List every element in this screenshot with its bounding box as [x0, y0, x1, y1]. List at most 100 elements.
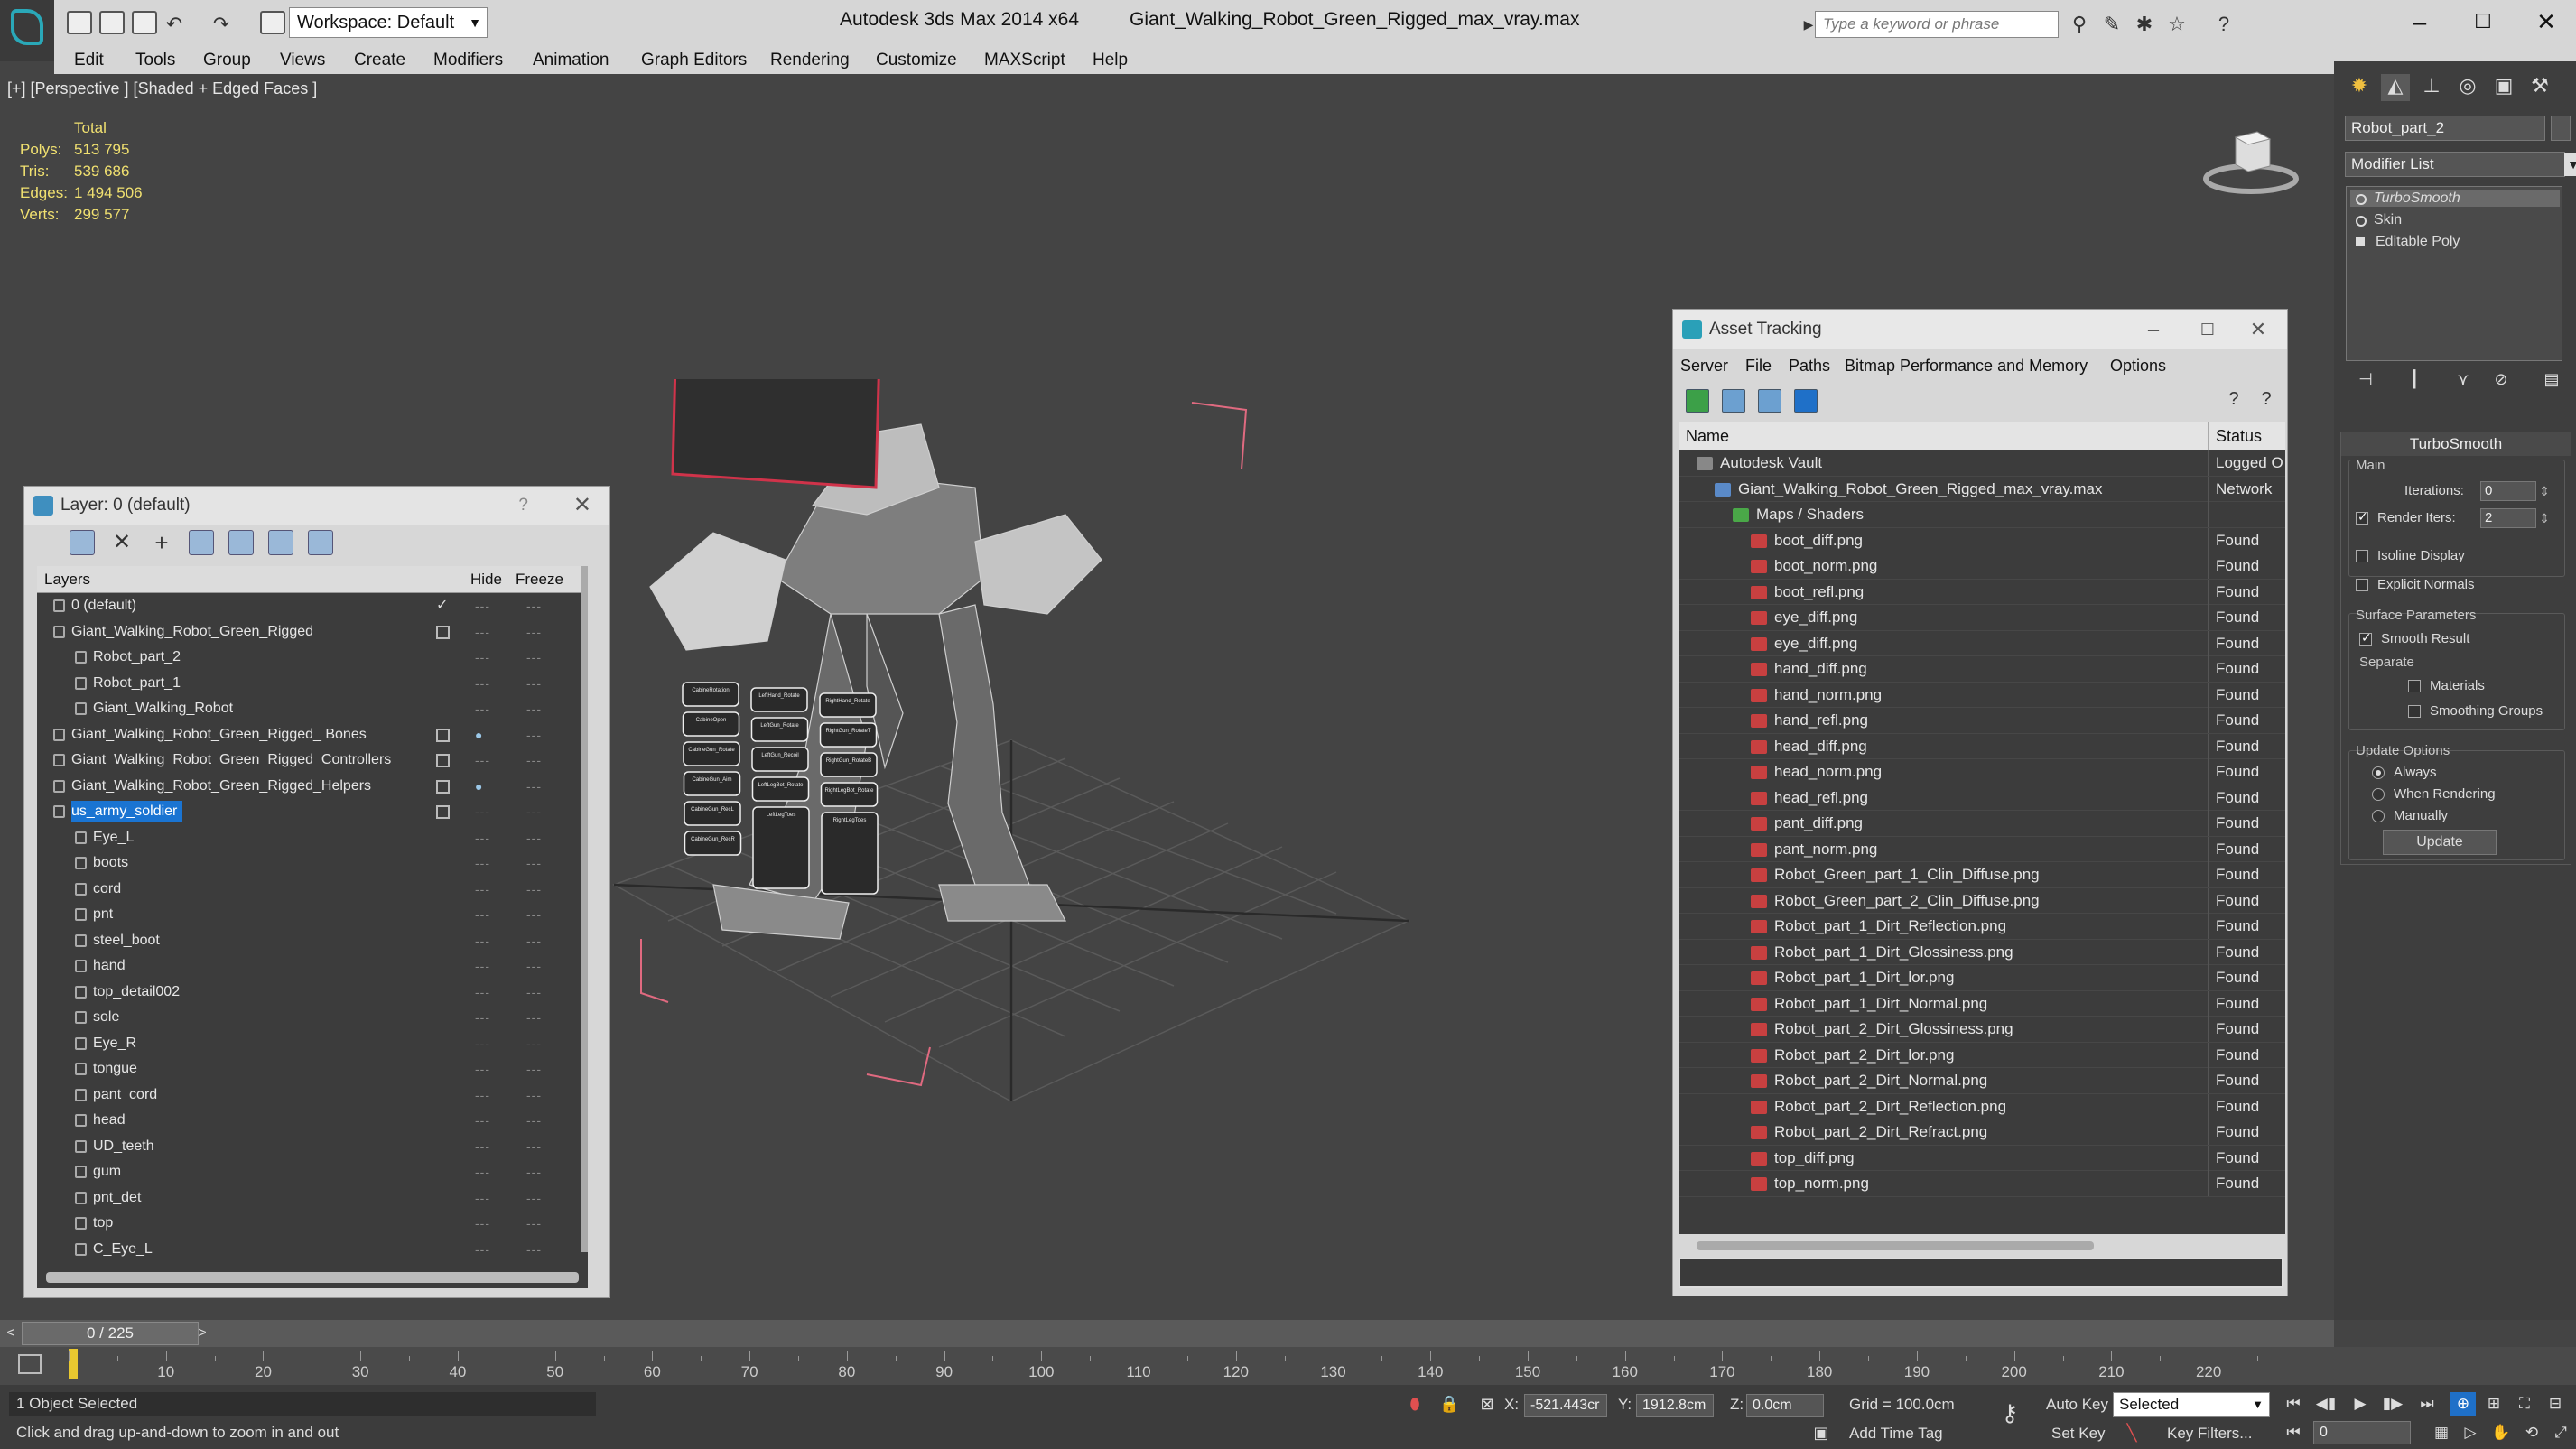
layer-row[interactable]: Giant_Walking_Robot_Green_Rigged --- ---: [37, 619, 588, 646]
asset-tracking-titlebar[interactable]: Asset Tracking – ☐ ✕: [1673, 310, 2287, 349]
layer-row[interactable]: us_army_soldier --- ---: [37, 799, 588, 825]
asset-row[interactable]: Robot_part_1_Dirt_Glossiness.png Found: [1679, 939, 2285, 965]
time-slider-thumb[interactable]: 0 / 225: [22, 1322, 199, 1345]
hide-toggle[interactable]: ---: [475, 1134, 490, 1159]
menu-graph-editors[interactable]: Graph Editors: [641, 51, 747, 70]
track-bar-ruler[interactable]: 10 20 30 40 50 60 70 80 90 100 110 120 130 140 150 160 1…: [69, 1347, 2258, 1385]
rig-control-box[interactable]: [820, 782, 879, 807]
bulb-icon[interactable]: [2356, 194, 2367, 205]
expand-icon[interactable]: [2356, 237, 2365, 246]
rig-control-box[interactable]: [751, 776, 810, 802]
go-to-start-icon[interactable]: ⏮: [2281, 1392, 2306, 1416]
layer-row[interactable]: Giant_Walking_Robot_Green_Rigged_Control…: [37, 748, 588, 774]
help-icon[interactable]: ?: [2212, 13, 2236, 36]
freeze-toggle[interactable]: ---: [526, 799, 542, 824]
freeze-toggle[interactable]: ---: [526, 1005, 542, 1030]
redo-icon[interactable]: ↷: [209, 13, 233, 36]
asset-row[interactable]: boot_refl.png Found: [1679, 579, 2285, 605]
hide-toggle[interactable]: ---: [475, 928, 490, 953]
asset-path-field[interactable]: [1679, 1258, 2283, 1288]
layer-row[interactable]: 0 (default) ✓ --- ---: [37, 593, 588, 619]
help-icon[interactable]: ?: [2222, 389, 2246, 413]
object-row[interactable]: top --- ---: [37, 1211, 588, 1237]
hide-toggle[interactable]: ---: [475, 1185, 490, 1211]
rig-control-box[interactable]: [750, 687, 808, 712]
time-cursor[interactable]: [69, 1349, 78, 1379]
rig-control-box[interactable]: [819, 722, 878, 748]
communication-icon[interactable]: ✱: [2133, 13, 2156, 36]
play-icon[interactable]: ▶: [2348, 1392, 2373, 1416]
hide-toggle[interactable]: ---: [475, 593, 490, 618]
render-iters-checkbox[interactable]: [2356, 509, 2368, 525]
menu-rendering[interactable]: Rendering: [770, 51, 850, 70]
menu-customize[interactable]: Customize: [876, 51, 957, 70]
undo-icon[interactable]: ↶: [163, 13, 186, 36]
isolate-selection-icon[interactable]: ⬮: [1405, 1394, 1425, 1414]
when-rendering-radio[interactable]: [2372, 788, 2385, 801]
menu-views[interactable]: Views: [280, 51, 325, 70]
manually-radio[interactable]: [2372, 810, 2385, 822]
asset-row[interactable]: top_diff.png Found: [1679, 1145, 2285, 1171]
hide-toggle[interactable]: ---: [475, 1211, 490, 1236]
asset-menu-server[interactable]: Server: [1680, 357, 1728, 376]
layer-row[interactable]: Giant_Walking_Robot_Green_Rigged_ Bones ●…: [37, 722, 588, 748]
freeze-toggle[interactable]: ---: [526, 1211, 542, 1236]
freeze-toggle[interactable]: ---: [526, 696, 542, 721]
asset-row[interactable]: boot_norm.png Found: [1679, 553, 2285, 580]
current-layer-toggle[interactable]: [436, 728, 450, 742]
asset-row[interactable]: Autodesk Vault Logged O: [1679, 450, 2285, 477]
auto-key-button[interactable]: Auto Key: [2046, 1396, 2108, 1414]
curve-editor-icon[interactable]: [18, 1354, 42, 1374]
object-row[interactable]: cord --- ---: [37, 877, 588, 903]
hide-toggle[interactable]: ---: [475, 953, 490, 979]
freeze-toggle[interactable]: ---: [526, 671, 542, 696]
object-row[interactable]: top_detail002 --- ---: [37, 980, 588, 1006]
asset-row[interactable]: pant_norm.png Found: [1679, 836, 2285, 862]
freeze-toggle[interactable]: ---: [526, 1159, 542, 1184]
context-help-icon[interactable]: ?: [2255, 389, 2278, 413]
current-layer-checkmark-icon[interactable]: ✓: [436, 593, 450, 613]
pin-stack-icon[interactable]: ⊣: [2355, 370, 2376, 392]
asset-row[interactable]: eye_diff.png Found: [1679, 605, 2285, 631]
asset-row[interactable]: Robot_Green_part_2_Clin_Diffuse.png Found: [1679, 887, 2285, 914]
field-of-view-icon[interactable]: ▷: [2458, 1421, 2483, 1444]
selection-lock-icon[interactable]: 🔒: [1439, 1394, 1459, 1414]
remove-modifier-icon[interactable]: ⊘: [2490, 370, 2512, 392]
hide-toggle[interactable]: ---: [475, 1159, 490, 1184]
stack-item-skin[interactable]: Skin: [2374, 212, 2402, 228]
y-coord-field[interactable]: 1912.8cm: [1636, 1394, 1714, 1417]
hide-toggle[interactable]: ---: [475, 748, 490, 773]
time-config-icon[interactable]: ▦: [2429, 1421, 2454, 1444]
object-row[interactable]: pant_cord --- ---: [37, 1082, 588, 1109]
rig-control-box[interactable]: [684, 801, 741, 826]
asset-row[interactable]: Maps / Shaders: [1679, 502, 2285, 528]
always-radio[interactable]: [2372, 766, 2385, 779]
menu-modifiers[interactable]: Modifiers: [433, 51, 503, 70]
materials-checkbox[interactable]: [2408, 680, 2421, 692]
minimize-button[interactable]: –: [2393, 5, 2447, 38]
z-coord-field[interactable]: 0.0cm: [1746, 1394, 1824, 1417]
workspace-dropdown[interactable]: Workspace: Default ▼: [289, 7, 488, 38]
hide-toggle[interactable]: ---: [475, 1005, 490, 1030]
hide-toggle[interactable]: ---: [475, 850, 490, 876]
key-mode-icon[interactable]: ╲: [2122, 1423, 2142, 1443]
hide-all-layers-icon[interactable]: [268, 530, 293, 555]
zoom-extents-all-icon[interactable]: ⊟: [2543, 1392, 2568, 1416]
object-row[interactable]: Robot_part_2 --- ---: [37, 645, 588, 671]
asset-row[interactable]: Robot_part_1_Dirt_Normal.png Found: [1679, 990, 2285, 1017]
modify-tab-icon[interactable]: ◭: [2381, 74, 2410, 101]
asset-row[interactable]: hand_refl.png Found: [1679, 708, 2285, 734]
freeze-all-layers-icon[interactable]: [308, 530, 333, 555]
asset-row[interactable]: Robot_part_2_Dirt_Glossiness.png Found: [1679, 1017, 2285, 1043]
subscription-icon[interactable]: ✎: [2100, 13, 2124, 36]
asset-row[interactable]: Robot_part_1_Dirt_Reflection.png Found: [1679, 914, 2285, 940]
layer-dialog-titlebar[interactable]: Layer: 0 (default) ? ✕: [24, 487, 609, 525]
add-to-layer-icon[interactable]: +: [149, 530, 174, 555]
hide-toggle[interactable]: ---: [475, 825, 490, 850]
list-view-icon[interactable]: [1722, 389, 1745, 413]
asset-menu-options[interactable]: Options: [2110, 357, 2166, 376]
motion-tab-icon[interactable]: ◎: [2453, 74, 2482, 101]
absolute-mode-icon[interactable]: ⊠: [1477, 1394, 1497, 1414]
menu-help[interactable]: Help: [1093, 51, 1128, 70]
asset-menu-paths[interactable]: Paths: [1789, 357, 1830, 376]
